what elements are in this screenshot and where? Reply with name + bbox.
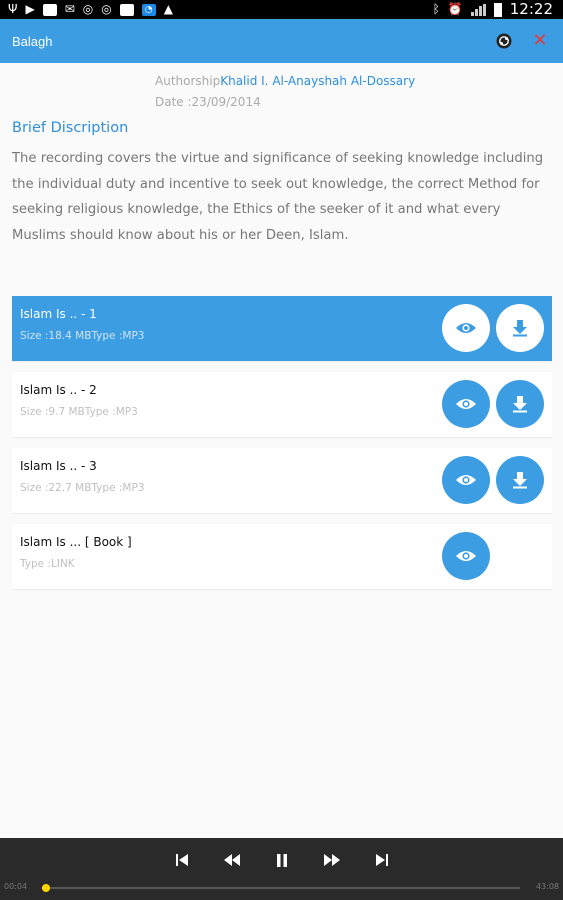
download-icon xyxy=(513,396,527,413)
fast-forward-icon[interactable] xyxy=(322,850,342,870)
status-time: 12:22 xyxy=(509,0,553,18)
app-bar: Balagh ✕ xyxy=(0,19,563,63)
view-button[interactable] xyxy=(442,532,490,580)
view-button[interactable] xyxy=(442,380,490,428)
app-title: Balagh xyxy=(12,33,53,49)
item-meta: Size :9.7 MBType :MP3 xyxy=(20,406,138,418)
mail-icon: ✉ xyxy=(64,2,75,16)
share-icon[interactable] xyxy=(495,32,513,50)
bluetooth-icon: ᛒ xyxy=(432,2,440,16)
seek-thumb[interactable] xyxy=(42,884,51,892)
eye-icon xyxy=(456,399,476,409)
download-icon xyxy=(513,320,527,337)
usb-icon: Ψ xyxy=(8,2,18,16)
item-meta: Size :18.4 MBType :MP3 xyxy=(20,330,145,342)
signal-icon xyxy=(470,3,486,16)
item-meta: Type :LINK xyxy=(20,558,75,570)
download-icon xyxy=(513,472,527,489)
date-value: 23/09/2014 xyxy=(191,95,261,109)
item-title: Islam Is .. - 1 xyxy=(20,307,97,321)
warning-icon: ▲ xyxy=(163,2,173,16)
author-name[interactable]: Khalid I. Al-Anayshah Al-Dossary xyxy=(220,74,415,88)
download-button[interactable] xyxy=(496,456,544,504)
voicemail-icon: ◎ xyxy=(101,2,112,16)
status-notifications: Ψ ▶ ✉ ◎ ◎ ◔ ▲ xyxy=(8,0,173,19)
alarm-icon: ⏰ xyxy=(447,2,463,16)
app-actions: ✕ xyxy=(495,32,549,50)
pause-icon[interactable] xyxy=(272,850,292,870)
eye-icon xyxy=(456,475,476,485)
meta-info: AuthorshipKhalid I. Al-Anayshah Al-Dossa… xyxy=(155,72,415,114)
date-label: Date : xyxy=(155,95,192,109)
list-item[interactable]: Islam Is .. - 3 Size :22.7 MBType :MP3 xyxy=(12,448,552,513)
list-item[interactable]: Islam Is .. - 2 Size :9.7 MBType :MP3 xyxy=(12,372,552,437)
seek-bar[interactable] xyxy=(42,887,520,889)
elapsed-time: 00:04 xyxy=(4,882,28,891)
recordings-list: Islam Is .. - 1 Size :18.4 MBType :MP3 I… xyxy=(12,296,552,600)
balagh-notification-icon: ◔ xyxy=(141,3,156,16)
image-icon xyxy=(42,3,57,16)
total-time: 43:08 xyxy=(535,882,559,891)
author-label: Authorship xyxy=(155,74,221,88)
close-icon[interactable]: ✕ xyxy=(531,32,549,50)
eye-icon xyxy=(456,551,476,561)
skip-next-icon[interactable] xyxy=(372,850,392,870)
author-row: AuthorshipKhalid I. Al-Anayshah Al-Dossa… xyxy=(155,72,415,93)
battery-icon xyxy=(493,2,502,17)
play-store-icon: ▶ xyxy=(25,2,35,16)
eye-icon xyxy=(456,323,476,333)
skip-previous-icon[interactable] xyxy=(172,850,192,870)
item-title: Islam Is ... [ Book ] xyxy=(20,535,132,549)
view-button[interactable] xyxy=(442,304,490,352)
description-text: The recording covers the virtue and sign… xyxy=(12,151,544,243)
view-button[interactable] xyxy=(442,456,490,504)
section-title: Brief Discription xyxy=(12,120,129,136)
download-button[interactable] xyxy=(496,304,544,352)
date-row: Date :23/09/2014 xyxy=(155,93,415,114)
app-notification-icon xyxy=(119,3,134,16)
list-item[interactable]: Islam Is ... [ Book ] Type :LINK xyxy=(12,524,552,589)
voicemail-icon: ◎ xyxy=(82,2,94,16)
audio-player: 00:04 43:08 xyxy=(0,838,563,900)
player-controls xyxy=(0,850,563,870)
list-item[interactable]: Islam Is .. - 1 Size :18.4 MBType :MP3 xyxy=(12,296,552,361)
download-button[interactable] xyxy=(496,380,544,428)
status-bar: Ψ ▶ ✉ ◎ ◎ ◔ ▲ ᛒ ⏰ 12:22 xyxy=(0,0,563,19)
rewind-icon[interactable] xyxy=(222,850,242,870)
status-system: ᛒ ⏰ 12:22 xyxy=(433,0,553,19)
item-meta: Size :22.7 MBType :MP3 xyxy=(20,482,145,494)
item-title: Islam Is .. - 2 xyxy=(20,383,97,397)
item-title: Islam Is .. - 3 xyxy=(20,459,97,473)
